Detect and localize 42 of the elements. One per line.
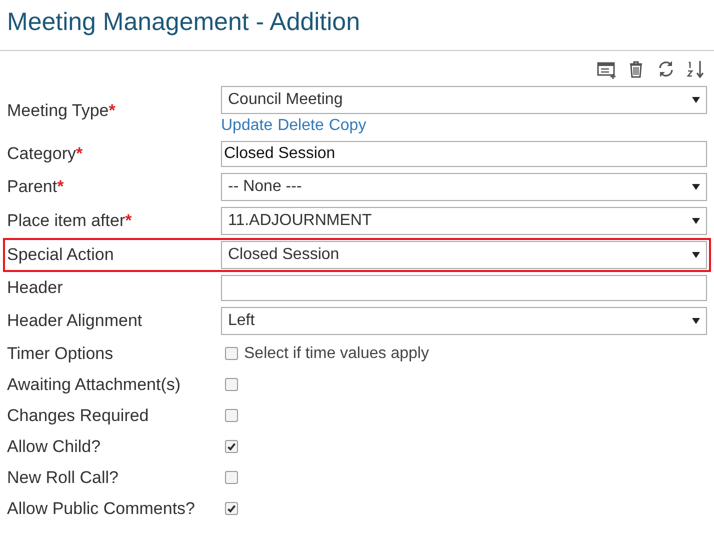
field-label: Allow Child? [7, 436, 101, 456]
required-mark: * [76, 144, 83, 163]
field-label: Meeting Type [7, 100, 109, 120]
checkbox[interactable] [225, 502, 238, 515]
link[interactable]: Copy [328, 117, 366, 135]
required-mark: * [57, 177, 64, 196]
dropdown[interactable]: Council Meeting [221, 86, 707, 114]
checkbox[interactable] [225, 440, 238, 453]
checkbox[interactable] [225, 471, 238, 484]
dropdown[interactable]: Left [221, 307, 707, 335]
caret-icon [692, 218, 700, 224]
field-label: Header Alignment [7, 311, 142, 330]
required-mark: * [125, 211, 132, 230]
field-label: Category [7, 144, 76, 163]
checkbox[interactable] [225, 347, 238, 360]
checkbox-caption: Select if time values apply [244, 344, 429, 362]
caret-icon [692, 318, 700, 324]
input-field[interactable] [221, 275, 707, 301]
dropdown[interactable]: -- None --- [221, 173, 707, 201]
sort-icon[interactable] [686, 59, 706, 79]
checkbox[interactable] [225, 409, 238, 422]
field-label: Header [7, 278, 63, 297]
field-label: Awaiting Attachment(s) [7, 374, 181, 394]
field-label: Place item after [7, 211, 126, 230]
dropdown[interactable]: 11.ADJOURNMENT [221, 207, 707, 235]
link[interactable]: Update [221, 117, 273, 135]
field-label: Changes Required [7, 406, 149, 424]
caret-icon [692, 252, 700, 258]
caret-icon [692, 97, 700, 103]
link[interactable]: Delete [278, 117, 324, 135]
refresh-icon[interactable] [656, 59, 676, 79]
field-label: Allow Public Comments? [7, 498, 196, 518]
field-label: New Roll Call? [7, 468, 118, 486]
field-label: Timer Options [7, 344, 114, 362]
dropdown[interactable]: Closed Session [221, 241, 707, 269]
caret-icon [692, 184, 700, 190]
page-title: Meeting Management - Addition [6, 7, 361, 38]
checkbox[interactable] [225, 378, 238, 391]
field-label: Parent [7, 177, 58, 196]
input-field[interactable]: Closed Session [221, 141, 707, 167]
field-label: Special Action [7, 245, 114, 264]
required-mark: * [108, 100, 116, 120]
